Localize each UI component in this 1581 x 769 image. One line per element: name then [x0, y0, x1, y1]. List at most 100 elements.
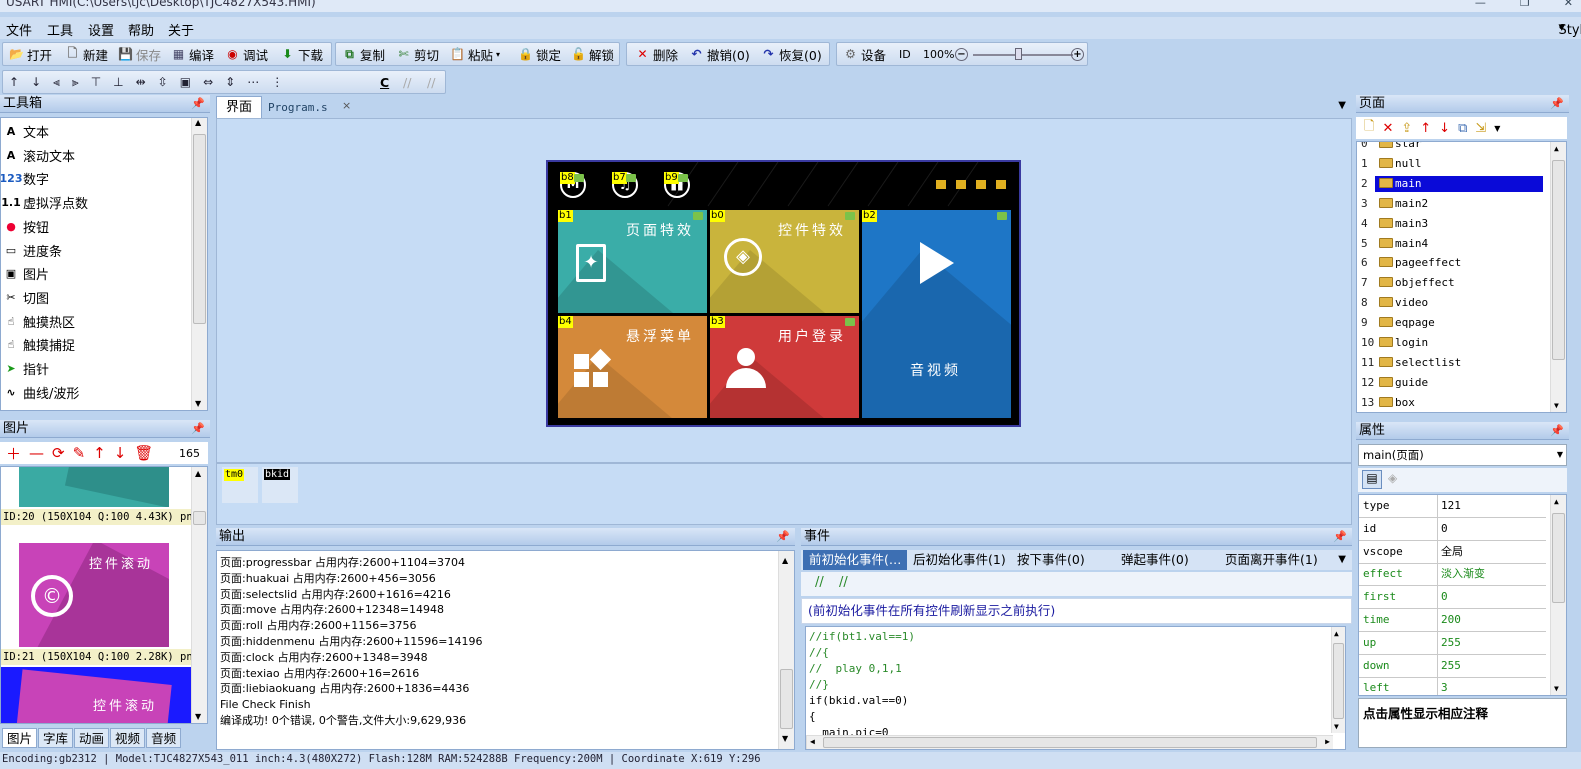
page-item[interactable]: 1 null	[1357, 154, 1547, 174]
property-value[interactable]: 全局	[1441, 541, 1463, 563]
move-up-icon[interactable]: ↑	[9, 75, 19, 89]
move-down-icon[interactable]: ↓	[31, 75, 41, 89]
categorized-icon[interactable]: ▤	[1362, 470, 1382, 489]
page-item[interactable]: 0 star	[1357, 142, 1547, 154]
up-icon[interactable]: ↑	[93, 444, 106, 462]
close-tab-icon[interactable]: ×	[342, 99, 351, 112]
pictures-scrollbar[interactable]: ▲ ▼	[191, 467, 207, 723]
toolbox-item[interactable]: ▣ 图片	[3, 264, 49, 283]
pages-scrollbar[interactable]: ▲ ▼	[1550, 142, 1566, 412]
trash-icon[interactable]: 🗑	[134, 444, 153, 462]
undo-button[interactable]: ↶ 撤销(0)	[689, 43, 749, 65]
copy-button[interactable]: ⧉ 复制	[342, 43, 385, 65]
same-size-icon[interactable]: ▣	[180, 75, 191, 89]
scroll-down-icon[interactable]: ▼	[1554, 401, 1559, 410]
property-row[interactable]: vscope 全局	[1359, 540, 1546, 564]
property-row[interactable]: effect 淡入渐变	[1359, 563, 1546, 587]
toolbox-item[interactable]: ● 按钮	[3, 217, 49, 236]
align-left-icon[interactable]: ⫷	[53, 75, 60, 90]
lock-button[interactable]: 🔒 锁定	[518, 43, 561, 65]
property-row[interactable]: time 200	[1359, 609, 1546, 632]
toolbox-item[interactable]: ☝ 触摸热区	[3, 312, 75, 331]
property-value[interactable]: 200	[1441, 609, 1461, 631]
page-item[interactable]: 4 main3	[1357, 214, 1547, 234]
toolbox-item[interactable]: ▭ 进度条	[3, 241, 62, 260]
output-scrollbar[interactable]: ▲ ▼	[778, 551, 794, 749]
edit-icon[interactable]: ✎	[73, 444, 86, 462]
add-icon[interactable]: ＋	[6, 443, 21, 464]
pin-icon[interactable]: 📌	[1550, 422, 1564, 440]
toolbox-item[interactable]: A 滚动文本	[3, 146, 75, 165]
close-icon[interactable]: ✕	[1564, 0, 1573, 9]
property-value[interactable]: 3	[1441, 677, 1448, 695]
page-item[interactable]: 13 box	[1357, 393, 1547, 412]
scroll-down-icon[interactable]: ▼	[195, 399, 201, 408]
zoom-slider[interactable]	[973, 54, 1073, 56]
resource-tab[interactable]: 图片	[2, 728, 38, 748]
tab-release-event[interactable]: 弹起事件(0)	[1115, 550, 1195, 570]
scroll-up-icon[interactable]: ▲	[195, 118, 201, 127]
resource-tab[interactable]: 视频	[110, 728, 146, 748]
property-value[interactable]: 0	[1441, 518, 1448, 540]
device-button[interactable]: ⚙ 设备	[843, 43, 886, 65]
pin-icon[interactable]: 📌	[191, 420, 205, 438]
page-item[interactable]: 5 main4	[1357, 234, 1547, 254]
page-item[interactable]: 6 pageeffect	[1357, 253, 1547, 273]
hmi-screen-main[interactable]: M ♫ ▮▮ b8 b7 b9 页面特效 ✦ b1 控件特效 ◈ b0 音视频 …	[546, 160, 1021, 427]
center-v-icon[interactable]: ⇳	[158, 75, 168, 89]
menu-settings[interactable]: 设置	[88, 20, 114, 39]
tile-audio-video[interactable]: 音视频 b2	[862, 210, 1011, 418]
cut-button[interactable]: ✄ 剪切	[396, 43, 439, 65]
delete-button[interactable]: ✕ 删除	[635, 43, 678, 65]
toolbox-item[interactable]: A 文本	[3, 122, 49, 141]
toolbox-item[interactable]: 123 数字	[1, 169, 49, 188]
down-icon[interactable]: ↓	[114, 444, 127, 462]
timer-component[interactable]: tm0	[222, 467, 258, 503]
space-v-icon[interactable]: ⋮	[271, 75, 283, 89]
new-button[interactable]: 🗋 新建	[65, 43, 108, 65]
page-item[interactable]: 8 video	[1357, 293, 1547, 313]
redo-button[interactable]: ↷ 恢复(0)	[761, 43, 821, 65]
menu-file[interactable]: 文件	[6, 20, 32, 39]
scroll-right-icon[interactable]: ▶	[1325, 737, 1330, 746]
resource-tab[interactable]: 字库	[38, 728, 74, 748]
properties-scrollbar[interactable]: ▲ ▼	[1550, 495, 1566, 695]
scroll-left-icon[interactable]: ◀	[810, 737, 815, 746]
remove-icon[interactable]: —	[29, 444, 44, 462]
property-row[interactable]: down 255	[1359, 654, 1546, 678]
scroll-down-icon[interactable]: ▼	[1334, 722, 1339, 731]
paste-button[interactable]: 📋 粘贴 ▾	[450, 43, 500, 65]
debug-button[interactable]: ◉ 调试	[225, 43, 268, 65]
resource-tab[interactable]: 动画	[74, 728, 110, 748]
page-item[interactable]: 3 main2	[1357, 194, 1547, 214]
open-button[interactable]: 📂 打开	[9, 43, 52, 65]
download-button[interactable]: ⬇ 下载	[280, 43, 323, 65]
menu-tools[interactable]: 工具	[47, 20, 73, 39]
menu-help[interactable]: 帮助	[128, 20, 154, 39]
page-item[interactable]: 12 guide	[1357, 373, 1547, 393]
export-page-icon[interactable]: ⇲	[1475, 121, 1486, 136]
picture-thumb-21[interactable]: 控件滚动 ©	[19, 543, 169, 647]
comment-icon[interactable]: //	[815, 575, 824, 590]
replace-icon[interactable]: ⟳	[52, 444, 65, 462]
tab-dropdown-icon[interactable]: ▼	[1338, 100, 1346, 111]
tab-page-leave-event[interactable]: 页面离开事件(1)	[1219, 550, 1324, 570]
page-item[interactable]: 9 eqpage	[1357, 313, 1547, 333]
align-right-icon[interactable]: ⫸	[72, 75, 79, 90]
code-vscrollbar[interactable]: ▲ ▼	[1331, 627, 1345, 733]
delete-page-icon[interactable]: ✕	[1382, 121, 1393, 136]
toolbox-item[interactable]: • 滑块	[3, 406, 49, 410]
property-value[interactable]: 255	[1441, 655, 1461, 677]
tile-page-effect[interactable]: 页面特效 ✦ b1	[558, 210, 707, 313]
pin-icon[interactable]: 📌	[1550, 95, 1564, 113]
page-item[interactable]: 11 selectlist	[1357, 353, 1547, 373]
tile-floating-menu[interactable]: 悬浮菜单 b4	[558, 316, 707, 418]
space-h-icon[interactable]: ⋯	[247, 75, 259, 89]
pin-icon[interactable]: 📌	[191, 95, 205, 113]
property-row[interactable]: left 3	[1359, 677, 1546, 695]
toolbox-item[interactable]: ☝ 触摸捕捉	[3, 335, 75, 354]
toolbox-item[interactable]: 1.1 虚拟浮点数	[1, 193, 88, 212]
unlock-button[interactable]: 🔓 解锁	[571, 43, 614, 65]
object-selector[interactable]: main(页面) ▼	[1358, 444, 1567, 466]
page-item[interactable]: 2 main	[1357, 174, 1547, 194]
